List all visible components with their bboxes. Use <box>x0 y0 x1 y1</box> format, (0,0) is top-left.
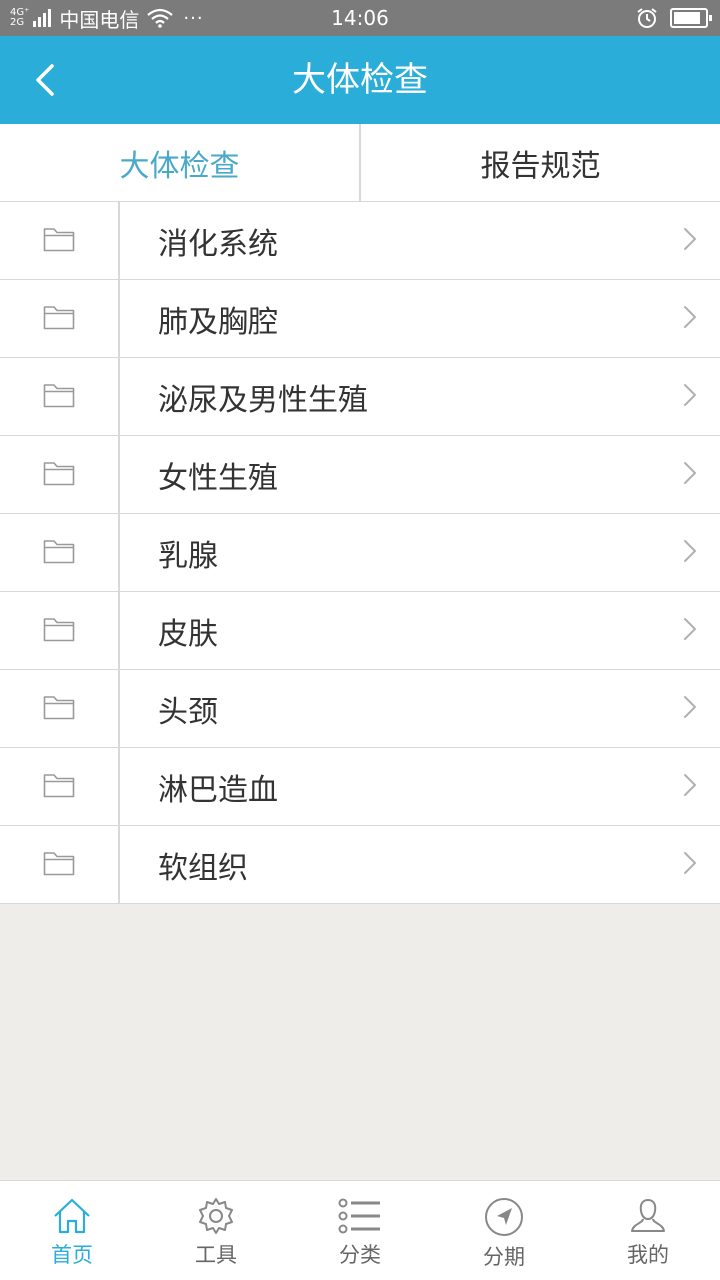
list-item[interactable]: 乳腺 <box>0 514 720 592</box>
folder-icon <box>43 304 75 334</box>
list-item-label: 乳腺 <box>158 538 218 574</box>
chevron-right-icon <box>683 695 697 723</box>
nav-label: 首页 <box>51 1243 93 1267</box>
folder-icon <box>43 694 75 724</box>
list-item-label: 女性生殖 <box>158 460 278 496</box>
folder-icon <box>43 382 75 412</box>
nav-label: 分期 <box>483 1245 525 1269</box>
nav-label: 工具 <box>195 1243 237 1267</box>
nav-category[interactable]: 分类 <box>288 1181 432 1280</box>
chevron-right-icon <box>683 227 697 255</box>
list-item-label: 头颈 <box>158 694 218 730</box>
nav-label: 我的 <box>627 1243 669 1267</box>
segment-tabs: 大体检查 报告规范 <box>0 124 720 202</box>
header-bar: 大体检查 <box>0 36 720 124</box>
tab-gross-exam[interactable]: 大体检查 <box>0 124 359 201</box>
chevron-right-icon <box>683 617 697 645</box>
user-icon <box>631 1198 665 1232</box>
folder-icon <box>43 772 75 802</box>
nav-label: 分类 <box>339 1243 381 1267</box>
list-item[interactable]: 皮肤 <box>0 592 720 670</box>
list-icon <box>338 1198 380 1234</box>
list-item-label: 泌尿及男性生殖 <box>158 382 368 418</box>
chevron-right-icon <box>683 383 697 411</box>
chevron-right-icon <box>683 851 697 879</box>
list-item-label: 淋巴造血 <box>158 772 278 808</box>
nav-tools[interactable]: 工具 <box>144 1181 288 1280</box>
list-item[interactable]: 消化系统 <box>0 202 720 280</box>
nav-staging[interactable]: 分期 <box>432 1181 576 1280</box>
list-item[interactable]: 软组织 <box>0 826 720 904</box>
list-item[interactable]: 泌尿及男性生殖 <box>0 358 720 436</box>
tab-label: 大体检查 <box>119 148 240 184</box>
list-item-label: 皮肤 <box>158 616 218 652</box>
list-item[interactable]: 肺及胸腔 <box>0 280 720 358</box>
chevron-right-icon <box>683 539 697 567</box>
alarm-icon <box>636 7 658 29</box>
list-item-label: 消化系统 <box>158 226 278 262</box>
battery-icon <box>670 8 712 28</box>
list-item-label: 肺及胸腔 <box>158 304 278 340</box>
bottom-nav: 首页 工具 分类 分期 我的 <box>0 1180 720 1280</box>
status-time: 14:06 <box>331 6 389 30</box>
status-bar: 4G⁺ 2G 中国电信 ··· 14:06 <box>0 0 720 36</box>
compass-icon <box>485 1198 523 1236</box>
folder-icon <box>43 460 75 490</box>
category-list: 消化系统 肺及胸腔 泌尿及男性生殖 女性生殖 乳腺 皮肤 头颈 淋巴造血 软组织 <box>0 202 720 904</box>
nav-mine[interactable]: 我的 <box>576 1181 720 1280</box>
folder-icon <box>43 538 75 568</box>
home-icon <box>54 1198 90 1234</box>
list-item[interactable]: 淋巴造血 <box>0 748 720 826</box>
tab-label: 报告规范 <box>480 148 601 184</box>
gear-icon <box>199 1198 233 1234</box>
folder-icon <box>43 226 75 256</box>
list-item[interactable]: 女性生殖 <box>0 436 720 514</box>
chevron-right-icon <box>683 773 697 801</box>
chevron-right-icon <box>683 305 697 333</box>
list-item[interactable]: 头颈 <box>0 670 720 748</box>
list-item-label: 软组织 <box>158 850 248 886</box>
folder-icon <box>43 850 75 880</box>
chevron-right-icon <box>683 461 697 489</box>
tab-report-spec[interactable]: 报告规范 <box>359 124 720 201</box>
folder-icon <box>43 616 75 646</box>
page-title: 大体检查 <box>292 60 428 100</box>
nav-home[interactable]: 首页 <box>0 1181 144 1280</box>
